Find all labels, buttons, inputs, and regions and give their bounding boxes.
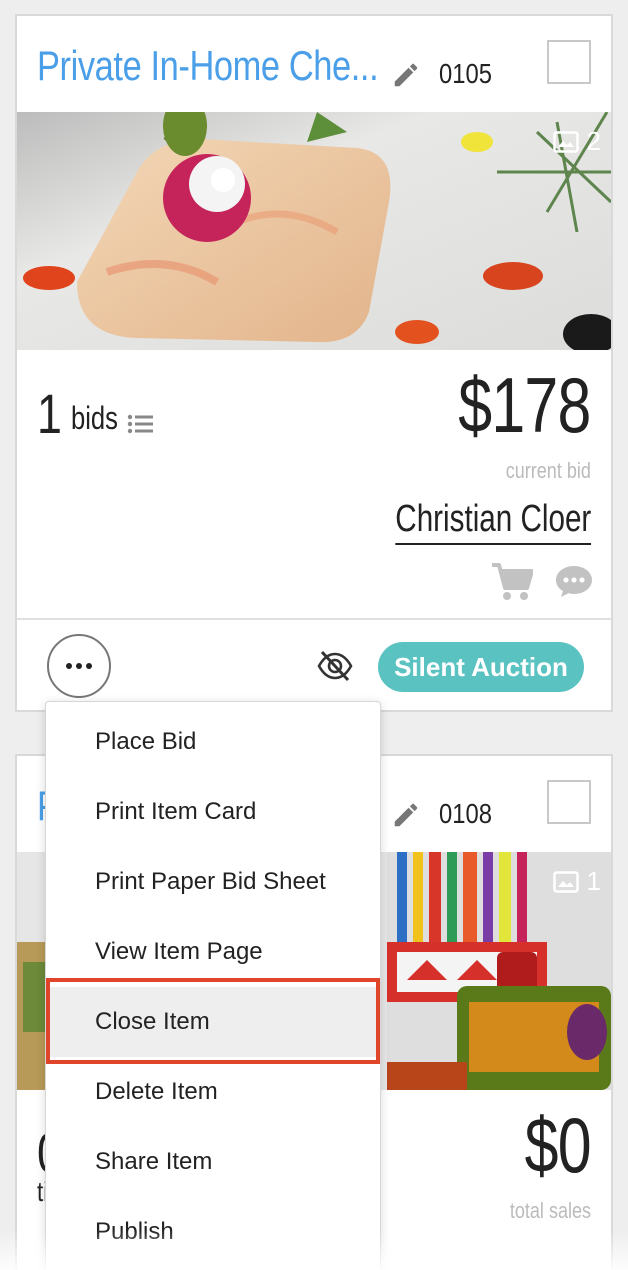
eye-off-icon[interactable] (317, 650, 353, 682)
menu-item-print-item-card[interactable]: Print Item Card (46, 777, 380, 847)
item-title[interactable]: Private In-Home Che... (37, 42, 379, 90)
menu-item-share-item[interactable]: Share Item (46, 1127, 380, 1197)
select-checkbox[interactable] (547, 780, 591, 824)
list-icon[interactable] (127, 413, 153, 435)
more-icon-dot (86, 663, 92, 669)
status-badge: Silent Auction (378, 642, 584, 692)
menu-item-close-item[interactable]: Close Item (46, 987, 380, 1057)
select-checkbox[interactable] (547, 40, 591, 84)
more-options-button[interactable] (47, 634, 111, 698)
item-card-0105: Private In-Home Che... 0105 2 1 bids $17… (15, 14, 613, 712)
menu-item-print-paper-bid-sheet[interactable]: Print Paper Bid Sheet (46, 847, 380, 917)
current-bid-amount: $178 (458, 361, 592, 449)
image-icon (552, 130, 579, 153)
photo-count: 2 (552, 126, 601, 157)
card-divider (17, 618, 611, 620)
bids-count: 1 (37, 382, 62, 445)
total-sales-caption: total sales (509, 1198, 591, 1223)
pencil-icon[interactable] (391, 60, 421, 90)
total-sales-amount: $0 (524, 1101, 592, 1189)
pencil-icon[interactable] (391, 800, 421, 830)
item-photo[interactable]: 2 (17, 112, 611, 350)
bids-label: bids (71, 400, 118, 436)
menu-item-view-item-page[interactable]: View Item Page (46, 917, 380, 987)
current-bid-caption: current bid (505, 458, 591, 483)
item-number: 0105 (439, 58, 492, 89)
image-icon (552, 870, 579, 893)
top-bidder-name[interactable]: Christian Cloer (394, 498, 591, 545)
more-icon-dot (66, 663, 72, 669)
menu-item-delete-item[interactable]: Delete Item (46, 1057, 380, 1127)
bottom-fade (0, 1230, 628, 1270)
chat-icon[interactable] (555, 564, 593, 598)
more-options-menu: Place Bid Print Item Card Print Paper Bi… (45, 701, 381, 1270)
more-icon-dot (76, 663, 82, 669)
cart-icon[interactable] (491, 562, 533, 602)
photo-count: 1 (552, 866, 601, 897)
item-number: 0108 (439, 798, 492, 829)
photo-count-label: 1 (586, 866, 601, 896)
menu-item-place-bid[interactable]: Place Bid (46, 707, 380, 777)
photo-count-label: 2 (586, 126, 601, 156)
